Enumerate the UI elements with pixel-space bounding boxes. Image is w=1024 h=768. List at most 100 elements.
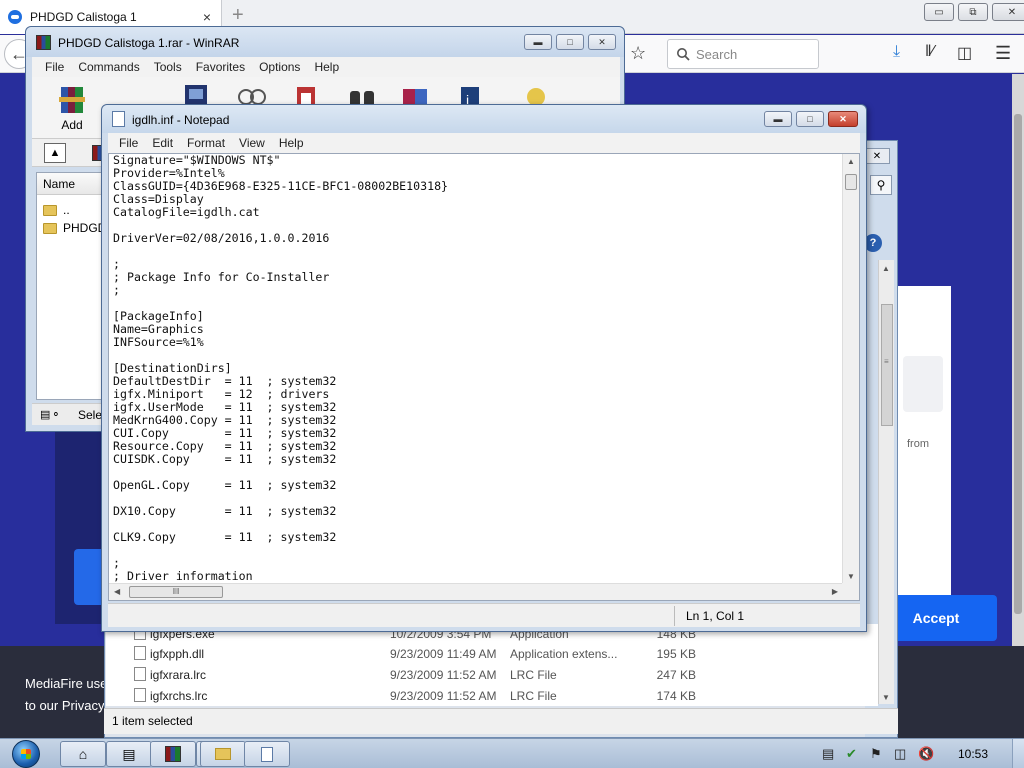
scroll-down-arrow-icon[interactable]: ▼: [882, 693, 890, 702]
menu-file[interactable]: File: [38, 60, 71, 74]
notepad-icon: [261, 746, 273, 762]
file-row[interactable]: igfxpph.dll 9/23/2009 11:49 AM Applicati…: [106, 644, 878, 665]
taskbar-item-winrar[interactable]: [150, 741, 196, 767]
menu-file[interactable]: File: [112, 136, 145, 150]
menu-edit[interactable]: Edit: [145, 136, 180, 150]
file-icon: [134, 667, 146, 681]
tray-notepad-icon[interactable]: ▤: [822, 746, 834, 762]
menu-commands[interactable]: Commands: [71, 60, 146, 74]
folder-icon: [215, 748, 231, 760]
document-text[interactable]: Signature="$WINDOWS NT$" Provider=%Intel…: [113, 154, 841, 584]
text-editor[interactable]: Signature="$WINDOWS NT$" Provider=%Intel…: [108, 153, 860, 601]
up-folder-icon[interactable]: ▲: [44, 143, 66, 163]
list-item[interactable]: ..: [43, 201, 70, 219]
notepad-window: igdlh.inf - Notepad ▬ □ ✕ File Edit Form…: [101, 104, 867, 632]
notepad-status-bar: Ln 1, Col 1: [108, 603, 860, 627]
start-button[interactable]: [4, 739, 48, 768]
explorer-close-button[interactable]: ✕: [864, 148, 890, 164]
close-button[interactable]: ✕: [828, 111, 858, 127]
add-label: Add: [61, 118, 83, 132]
sidebar-icon[interactable]: ◫: [957, 43, 972, 63]
maximize-button[interactable]: ⧉: [958, 3, 988, 21]
notepad-window-controls: ▬ □ ✕: [764, 111, 858, 127]
close-tab-icon[interactable]: ×: [199, 9, 215, 25]
clock[interactable]: 10:53: [958, 747, 988, 761]
maximize-button[interactable]: □: [796, 111, 824, 127]
file-date: 9/23/2009 11:49 AM: [390, 647, 497, 661]
file-icon: [134, 646, 146, 660]
vertical-scrollbar[interactable]: ▲ ▼: [842, 154, 859, 584]
new-tab-button[interactable]: +: [232, 4, 244, 27]
page-scrollbar[interactable]: [1012, 74, 1024, 646]
scroll-left-arrow-icon[interactable]: ◀: [114, 587, 120, 596]
explorer-status-bar: 1 item selected: [104, 708, 898, 734]
taskbar-item-show-desktop[interactable]: ⌂: [60, 741, 106, 767]
taskbar-item-explorer[interactable]: ▤: [106, 741, 152, 767]
horizontal-scroll-thumb[interactable]: ‖‖: [129, 586, 223, 598]
scroll-right-arrow-icon[interactable]: ▶: [832, 587, 838, 596]
minimize-button[interactable]: ▬: [764, 111, 792, 127]
file-row[interactable]: igfxrara.lrc 9/23/2009 11:52 AM LRC File…: [106, 665, 878, 686]
notepad-menu-bar: File Edit Format View Help: [108, 133, 860, 153]
taskbar-item-folder[interactable]: [200, 741, 246, 767]
file-size: 195 KB: [656, 647, 696, 661]
cookie-text-line2: to our Privacy: [25, 698, 105, 713]
scroll-up-arrow-icon[interactable]: ▲: [847, 157, 855, 166]
search-box[interactable]: Search: [667, 39, 819, 69]
menu-favorites[interactable]: Favorites: [189, 60, 252, 74]
menu-options[interactable]: Options: [252, 60, 307, 74]
add-button[interactable]: Add: [48, 83, 96, 133]
minimize-button[interactable]: ▬: [524, 34, 552, 50]
notepad-title: igdlh.inf - Notepad: [132, 113, 230, 127]
tray-flag-icon[interactable]: ⚑: [870, 746, 882, 762]
computer-icon: ▤: [122, 745, 136, 762]
download-icon[interactable]: ⤓: [893, 43, 900, 61]
tab-title: PHDGD Calistoga 1: [30, 10, 137, 24]
notepad-title-bar[interactable]: igdlh.inf - Notepad ▬ □ ✕: [102, 105, 866, 133]
explorer-scrollbar[interactable]: ▲ ≡ ▼: [878, 260, 894, 704]
winrar-menu-bar: File Commands Tools Favorites Options He…: [32, 57, 620, 77]
status-separator: [674, 606, 675, 626]
home-icon: ⌂: [78, 746, 88, 762]
vertical-scroll-thumb[interactable]: [845, 174, 857, 190]
hamburger-menu-icon[interactable]: ☰: [995, 43, 1011, 64]
file-type: Application extens...: [510, 647, 618, 661]
tray-volume-muted-icon[interactable]: 🔇: [918, 746, 934, 762]
file-date: 9/23/2009 11:52 AM: [390, 689, 497, 703]
taskbar: ⌂ ▤ ▤ ✔ ⚑ ◫ 🔇 10:53: [0, 738, 1024, 768]
taskbar-item-notepad[interactable]: [244, 741, 290, 767]
menu-help[interactable]: Help: [272, 136, 311, 150]
file-type: LRC File: [510, 689, 557, 703]
scroll-down-arrow-icon[interactable]: ▼: [847, 572, 855, 581]
search-icon: [677, 48, 690, 61]
bookmark-star-icon[interactable]: ☆: [630, 43, 646, 64]
show-desktop-button[interactable]: [1012, 739, 1024, 768]
explorer-search-icon[interactable]: ⚲: [870, 175, 892, 195]
library-icon[interactable]: ‖⁄: [925, 43, 934, 61]
selection-status: 1 item selected: [112, 714, 193, 728]
winrar-app-icon: [36, 35, 51, 50]
winrar-title-bar[interactable]: PHDGD Calistoga 1.rar - WinRAR ▬ □ ✕: [26, 27, 624, 57]
page-scroll-thumb[interactable]: [1014, 114, 1022, 614]
scroll-up-arrow-icon[interactable]: ▲: [882, 264, 890, 273]
menu-tools[interactable]: Tools: [147, 60, 189, 74]
menu-format[interactable]: Format: [180, 136, 232, 150]
file-type: LRC File: [510, 668, 557, 682]
folder-icon: [43, 222, 57, 234]
drive-key-icon: ▤ ⚬: [40, 409, 61, 421]
page-side-box: [903, 356, 943, 412]
file-row[interactable]: igfxrchs.lrc 9/23/2009 11:52 AM LRC File…: [106, 686, 878, 706]
tray-security-icon[interactable]: ✔: [846, 746, 857, 762]
file-list: igfxpers.exe 10/2/2009 3:54 PM Applicati…: [106, 624, 878, 706]
mediafire-favicon-icon: [8, 10, 22, 24]
close-button[interactable]: ✕: [992, 3, 1024, 21]
close-button[interactable]: ✕: [588, 34, 616, 50]
menu-view[interactable]: View: [232, 136, 272, 150]
maximize-button[interactable]: □: [556, 34, 584, 50]
minimize-button[interactable]: ▭: [924, 3, 954, 21]
menu-help[interactable]: Help: [307, 60, 346, 74]
explorer-scroll-thumb[interactable]: ≡: [881, 304, 893, 426]
list-item[interactable]: PHDGD: [43, 219, 106, 237]
tray-network-icon[interactable]: ◫: [894, 746, 906, 762]
horizontal-scrollbar[interactable]: ◀ ‖‖ ▶: [109, 583, 843, 600]
